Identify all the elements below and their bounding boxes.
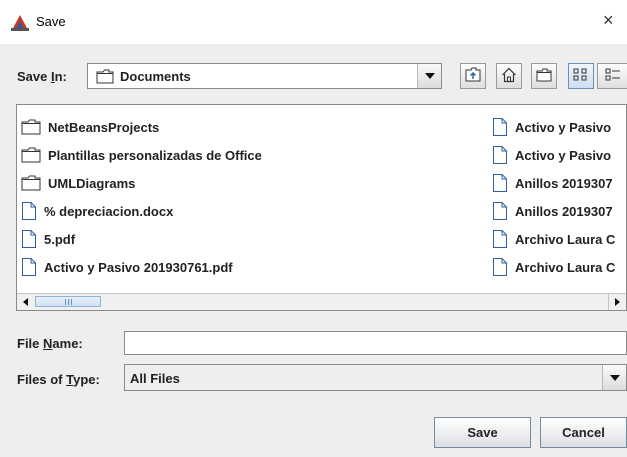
file-list-item[interactable]: NetBeansProjects: [21, 113, 262, 141]
folder-icon: [96, 69, 114, 87]
file-list-item[interactable]: Anillos 2019307: [492, 169, 615, 197]
window-title: Save: [36, 14, 66, 29]
chevron-down-icon[interactable]: [602, 365, 626, 390]
file-list-item[interactable]: Archivo Laura C: [492, 225, 615, 253]
scroll-right-icon[interactable]: [608, 294, 626, 310]
file-list-item[interactable]: Archivo Laura C: [492, 253, 615, 281]
details-view-button[interactable]: [597, 63, 627, 89]
file-list-item-name: Archivo Laura C: [515, 231, 616, 247]
file-icon: [492, 174, 515, 192]
home-icon: [501, 67, 517, 86]
file-icon: [492, 258, 515, 276]
up-one-level-button[interactable]: [460, 63, 486, 89]
file-list-item-name: Activo y Pasivo: [515, 119, 612, 135]
file-list-item[interactable]: Activo y Pasivo 201930761.pdf: [21, 253, 262, 281]
file-list-item-name: 5.pdf: [44, 231, 76, 247]
scroll-left-icon[interactable]: [17, 294, 34, 310]
file-list-column-left: NetBeansProjects Plantillas personalizada…: [21, 113, 262, 281]
file-list-item[interactable]: % depreciacion.docx: [21, 197, 262, 225]
file-name-input[interactable]: [124, 331, 627, 355]
folder-icon: [21, 175, 48, 191]
up-one-level-icon: [465, 67, 481, 85]
file-list-item-name: Plantillas personalizadas de Office: [48, 147, 262, 163]
file-list-item-name: Activo y Pasivo 201930761.pdf: [44, 259, 233, 275]
chevron-down-icon[interactable]: [417, 64, 441, 88]
title-bar: Save ×: [0, 0, 627, 44]
file-type-label: Files of Type:: [17, 372, 100, 387]
list-view-button[interactable]: [568, 63, 594, 89]
file-list-item[interactable]: UMLDiagrams: [21, 169, 262, 197]
save-in-label: Save In:: [17, 69, 67, 84]
file-list-item[interactable]: Activo y Pasivo: [492, 141, 615, 169]
scrollbar-thumb[interactable]: [35, 296, 101, 307]
file-list-item-name: NetBeansProjects: [48, 119, 160, 135]
folder-icon: [21, 147, 48, 163]
save-in-combo[interactable]: Documents: [87, 63, 442, 89]
close-icon[interactable]: ×: [603, 10, 614, 31]
file-list[interactable]: NetBeansProjects Plantillas personalizada…: [16, 104, 627, 311]
file-list-item-name: Anillos 2019307: [515, 203, 613, 219]
file-list-item-name: % depreciacion.docx: [44, 203, 174, 219]
file-list-item-name: Archivo Laura C: [515, 259, 616, 275]
home-button[interactable]: [496, 63, 522, 89]
new-folder-icon: [536, 68, 552, 85]
file-list-item[interactable]: 5.pdf: [21, 225, 262, 253]
new-folder-button[interactable]: [531, 63, 557, 89]
details-view-icon: [605, 68, 621, 85]
file-icon: [492, 230, 515, 248]
save-in-value: Documents: [120, 69, 191, 84]
file-icon: [492, 202, 515, 220]
file-list-column-right: Activo y Pasivo Activo y Pasivo Anillos 20…: [492, 113, 615, 281]
list-view-icon: [573, 68, 589, 85]
folder-icon: [21, 119, 48, 135]
java-app-icon: [11, 13, 29, 31]
cancel-button[interactable]: Cancel: [540, 417, 627, 448]
file-type-value: All Files: [130, 371, 180, 386]
file-list-item-name: Activo y Pasivo: [515, 147, 612, 163]
file-list-item-name: UMLDiagrams: [48, 175, 136, 191]
file-list-item[interactable]: Plantillas personalizadas de Office: [21, 141, 262, 169]
file-list-item[interactable]: Anillos 2019307: [492, 197, 615, 225]
file-name-label: File Name:: [17, 336, 83, 351]
file-icon: [21, 202, 44, 220]
file-icon: [492, 146, 515, 164]
save-button[interactable]: Save: [434, 417, 531, 448]
file-icon: [21, 258, 44, 276]
file-icon: [21, 230, 44, 248]
file-type-combo[interactable]: All Files: [124, 364, 627, 391]
file-icon: [492, 118, 515, 136]
file-list-item-name: Anillos 2019307: [515, 175, 613, 191]
file-list-item[interactable]: Activo y Pasivo: [492, 113, 615, 141]
horizontal-scrollbar[interactable]: [17, 293, 626, 310]
